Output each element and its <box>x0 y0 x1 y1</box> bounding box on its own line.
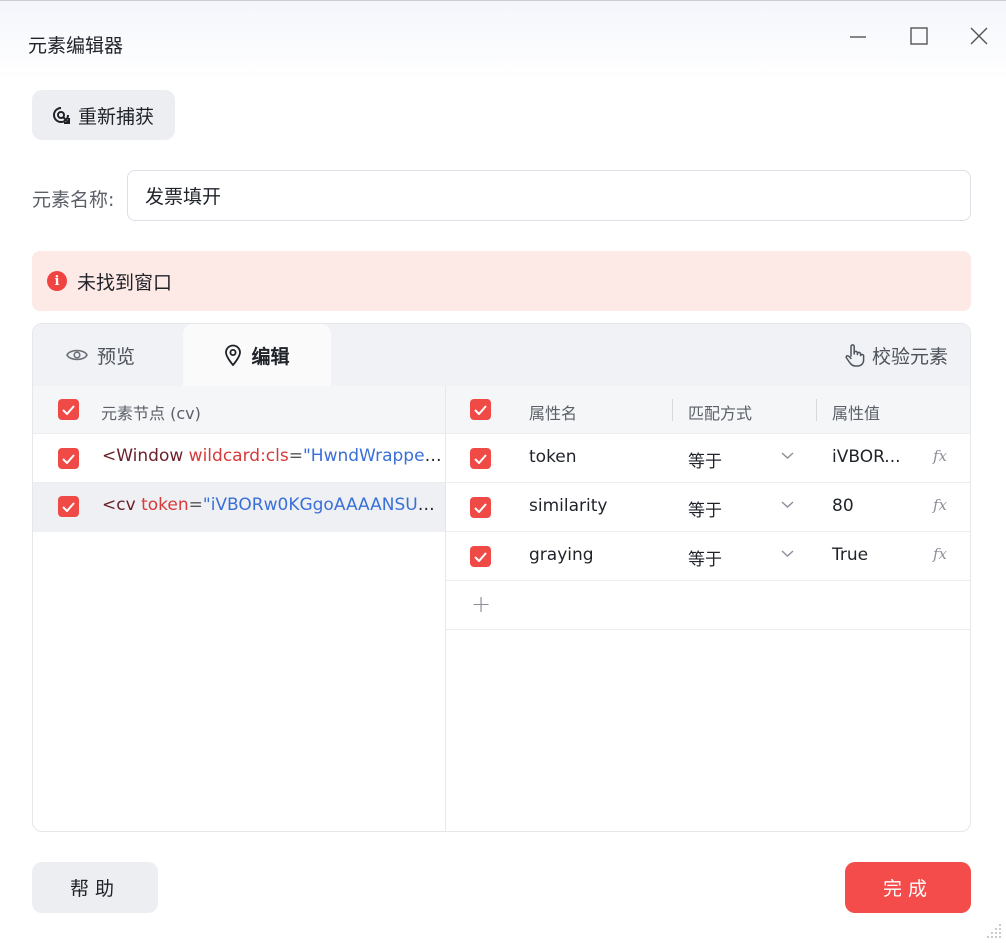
node-open-bracket: < <box>102 446 117 466</box>
alert-message: 未找到窗口 <box>77 271 173 294</box>
attribute-value[interactable]: 80 <box>832 496 854 516</box>
node-text: <Window wildcard:cls="HwndWrapper[AWSPla… <box>102 446 442 466</box>
checkmark-icon <box>474 404 487 415</box>
column-divider[interactable] <box>672 399 673 421</box>
node-eq: = <box>288 446 303 466</box>
add-attribute-button[interactable]: + <box>471 590 491 618</box>
node-row-cv[interactable]: <cv token="iVBORw0KGgoAAAANSUhEUgAAAE... <box>33 483 445 532</box>
attribute-row-similarity: similarity 等于 80 fx <box>446 483 970 532</box>
error-alert: i 未找到窗口 <box>32 251 971 311</box>
element-name-label: 元素名称: <box>32 189 115 211</box>
node-checkbox[interactable] <box>58 448 79 469</box>
node-tree-header-label: 元素节点 (cv) <box>101 404 201 423</box>
chevron-down-icon[interactable] <box>781 500 794 509</box>
title-bar: 元素编辑器 <box>0 1 1006 81</box>
node-tag: Window <box>116 446 184 466</box>
fx-icon[interactable]: fx <box>933 447 947 465</box>
editor-panel: 预览 编辑 校验元素 元素节点 (cv) <Window wildcard:cl… <box>32 323 971 832</box>
node-value: "HwndWrapper[AWSPlatform.exe;;2c... <box>302 446 442 466</box>
attr-name-header: 属性名 <box>529 404 578 423</box>
node-open-bracket: < <box>102 495 117 515</box>
node-checkbox[interactable] <box>58 496 79 517</box>
location-pin-icon <box>225 344 242 366</box>
attr-value-header: 属性值 <box>832 404 881 423</box>
minimize-icon <box>850 36 866 38</box>
maximize-button[interactable] <box>906 23 932 49</box>
node-value: "iVBORw0KGgoAAAANSUhEUgAAAE... <box>202 495 442 515</box>
checkmark-icon <box>474 502 487 513</box>
attribute-checkbox[interactable] <box>470 546 491 567</box>
node-text: <cv token="iVBORw0KGgoAAAANSUhEUgAAAE... <box>102 495 442 515</box>
attribute-name: graying <box>529 545 594 565</box>
attribute-row-token: token 等于 iVBOR... fx <box>446 434 970 483</box>
column-divider[interactable] <box>816 399 817 421</box>
select-all-attributes-checkbox[interactable] <box>470 399 491 420</box>
add-attribute-row: + <box>446 581 970 630</box>
match-select[interactable]: 等于 <box>688 545 722 570</box>
fx-icon[interactable]: fx <box>933 496 947 514</box>
recapture-button[interactable]: 重新捕获 <box>32 90 175 140</box>
node-tree-header: 元素节点 (cv) <box>33 386 445 434</box>
node-row-window[interactable]: <Window wildcard:cls="HwndWrapper[AWSPla… <box>33 434 445 483</box>
chevron-down-icon[interactable] <box>781 549 794 558</box>
checkmark-icon <box>62 453 75 464</box>
attribute-checkbox[interactable] <box>470 448 491 469</box>
chevron-down-icon[interactable] <box>781 451 794 460</box>
recapture-icon <box>53 107 70 124</box>
minimize-button[interactable] <box>845 23 871 49</box>
node-attr: token <box>135 495 189 515</box>
close-icon <box>970 27 988 45</box>
node-tree-pane: 元素节点 (cv) <Window wildcard:cls="HwndWrap… <box>33 386 446 831</box>
attribute-name: token <box>529 447 577 467</box>
window-title: 元素编辑器 <box>28 35 124 57</box>
attributes-header: 属性名 匹配方式 属性值 <box>446 386 970 434</box>
node-attr: wildcard:cls <box>183 446 289 466</box>
attributes-pane: 属性名 匹配方式 属性值 token 等于 iVBOR... fx simila… <box>446 386 970 831</box>
close-button[interactable] <box>966 23 992 49</box>
resize-grip-icon[interactable] <box>984 921 1002 939</box>
node-eq: = <box>188 495 203 515</box>
element-editor-window: 元素编辑器 重新捕获 元素名称: i 未找到窗口 <box>0 0 1006 943</box>
verify-element-button[interactable]: 校验元素 <box>844 324 948 386</box>
checkmark-icon <box>474 453 487 464</box>
fx-icon[interactable]: fx <box>933 545 947 563</box>
match-select[interactable]: 等于 <box>688 447 722 472</box>
attribute-row-graying: graying 等于 True fx <box>446 532 970 581</box>
tab-edit-label: 编辑 <box>251 345 290 368</box>
match-select[interactable]: 等于 <box>688 496 722 521</box>
attribute-checkbox[interactable] <box>470 497 491 518</box>
attribute-name: similarity <box>529 496 608 516</box>
help-button[interactable]: 帮助 <box>32 862 158 913</box>
checkmark-icon <box>62 404 75 415</box>
done-button[interactable]: 完成 <box>845 862 971 913</box>
attribute-value[interactable]: iVBOR... <box>832 447 901 467</box>
element-name-input[interactable] <box>127 170 971 221</box>
verify-element-label: 校验元素 <box>871 345 948 368</box>
error-icon: i <box>47 271 67 291</box>
maximize-icon <box>910 27 928 45</box>
select-all-nodes-checkbox[interactable] <box>58 399 79 420</box>
attribute-value[interactable]: True <box>832 545 868 565</box>
checkmark-icon <box>474 551 487 562</box>
tab-edit[interactable]: 编辑 <box>183 324 331 386</box>
eye-icon <box>66 349 88 361</box>
match-header: 匹配方式 <box>688 404 753 423</box>
checkmark-icon <box>62 501 75 512</box>
tab-bar: 预览 编辑 校验元素 <box>33 324 970 386</box>
recapture-label: 重新捕获 <box>78 105 155 128</box>
hand-pointer-icon <box>845 344 865 367</box>
tab-preview[interactable]: 预览 <box>66 324 135 386</box>
tab-preview-label: 预览 <box>97 345 136 368</box>
node-tag: cv <box>116 495 136 515</box>
